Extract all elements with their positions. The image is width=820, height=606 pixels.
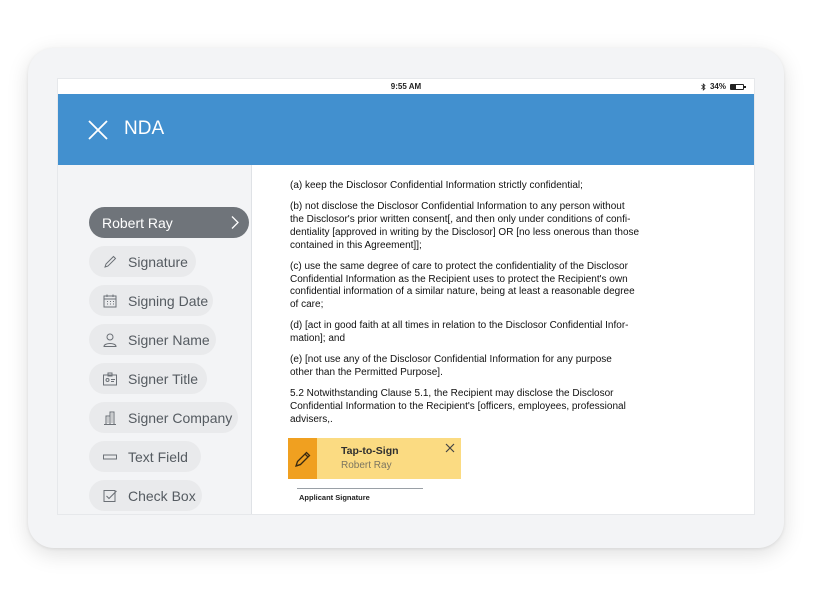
field-label: Signer Name bbox=[128, 331, 210, 348]
bluetooth-icon bbox=[701, 82, 706, 91]
clause-b: (b) not disclose the Disclosor Confident… bbox=[290, 201, 640, 251]
calendar-icon bbox=[103, 294, 117, 307]
close-icon[interactable] bbox=[445, 443, 455, 453]
clause-d: (d) [act in good faith at all times in r… bbox=[290, 320, 629, 345]
clause-e: (e) [not use any of the Disclosor Confid… bbox=[290, 354, 612, 379]
tap-to-sign-tag[interactable]: Tap-to-Sign Robert Ray bbox=[288, 438, 461, 479]
field-label: Text Field bbox=[128, 448, 188, 465]
clause-c: (c) use the same degree of care to prote… bbox=[290, 260, 635, 311]
field-signer-name[interactable]: Signer Name bbox=[89, 324, 216, 355]
field-signer-title[interactable]: Signer Title bbox=[89, 363, 207, 394]
status-time: 9:55 AM bbox=[390, 82, 422, 91]
signature-line bbox=[297, 488, 423, 489]
field-label: Signer Title bbox=[128, 370, 199, 387]
field-signing-date[interactable]: Signing Date bbox=[89, 285, 213, 316]
text-field-icon bbox=[103, 454, 117, 459]
clause-a: (a) keep the Disclosor Confidential Info… bbox=[290, 180, 583, 191]
field-check-box[interactable]: Check Box bbox=[89, 480, 202, 511]
sign-tag-signer: Robert Ray bbox=[341, 460, 392, 471]
signature-caption: Applicant Signature bbox=[299, 493, 370, 502]
sign-tag-title: Tap-to-Sign bbox=[341, 445, 399, 457]
app-header: NDA bbox=[58, 94, 754, 165]
battery-percent: 34% bbox=[709, 82, 726, 91]
pen-icon bbox=[294, 451, 310, 467]
field-signature[interactable]: Signature bbox=[89, 246, 196, 277]
checkbox-icon bbox=[103, 489, 117, 502]
person-icon bbox=[103, 333, 117, 347]
pencil-icon bbox=[104, 255, 117, 268]
field-sidebar: Robert Ray Signature Signing Date Signer… bbox=[58, 165, 252, 514]
building-icon bbox=[104, 411, 116, 425]
field-label: Check Box bbox=[128, 487, 196, 504]
document-title: NDA bbox=[124, 118, 165, 139]
battery-icon bbox=[730, 83, 746, 90]
sign-tag-text: Tap-to-Sign Robert Ray bbox=[341, 445, 399, 479]
field-text-field[interactable]: Text Field bbox=[89, 441, 201, 472]
signer-selector[interactable]: Robert Ray bbox=[89, 207, 249, 238]
sign-icon-box bbox=[288, 438, 317, 479]
app-screen: 9:55 AM 34% NDA Robert Ray Signature Sig… bbox=[57, 78, 755, 515]
document-body: (a) keep the Disclosor Confidential Info… bbox=[290, 180, 650, 435]
field-label: Signer Company bbox=[128, 409, 233, 426]
field-label: Signature bbox=[128, 253, 188, 270]
id-badge-icon bbox=[103, 372, 117, 385]
clause-5-2: 5.2 Notwithstanding Clause 5.1, the Reci… bbox=[290, 388, 626, 425]
close-icon[interactable] bbox=[86, 118, 110, 142]
field-signer-company[interactable]: Signer Company bbox=[89, 402, 238, 433]
status-bar: 9:55 AM 34% bbox=[58, 79, 754, 94]
status-right: 34% bbox=[701, 82, 746, 91]
field-label: Signing Date bbox=[128, 292, 209, 309]
chevron-right-icon bbox=[231, 216, 239, 229]
signer-name-label: Robert Ray bbox=[102, 214, 173, 231]
